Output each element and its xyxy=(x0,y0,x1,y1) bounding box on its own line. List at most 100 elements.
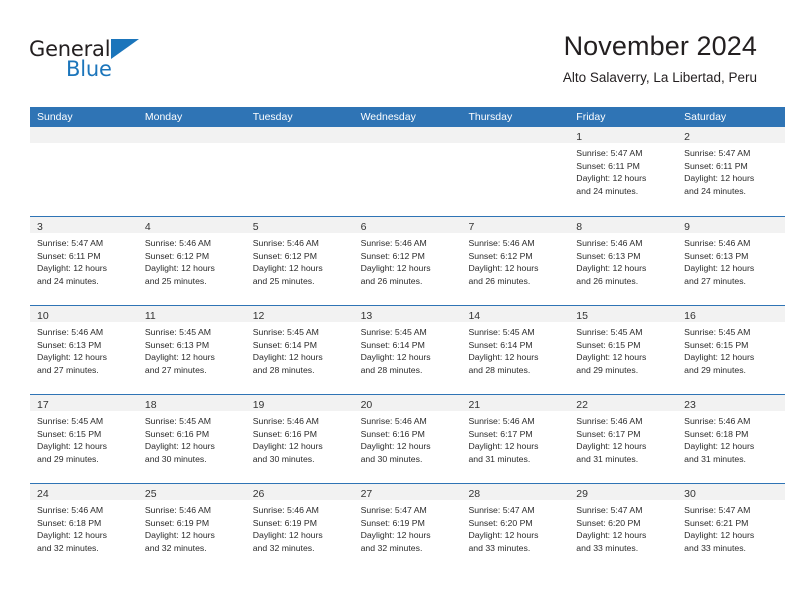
calendar-day-cell[interactable]: 3 Sunrise: 5:47 AM Sunset: 6:11 PM Daylight… xyxy=(30,217,138,305)
calendar-weeks: 1 Sunrise: 5:47 AM Sunset: 6:11 PM Daylight… xyxy=(30,127,786,572)
day-details: Sunrise: 5:46 AM Sunset: 6:13 PM Daylight:… xyxy=(30,322,138,376)
day-number: 4 xyxy=(144,221,151,233)
day-detail-line: Sunrise: 5:45 AM xyxy=(576,327,643,337)
day-detail-line: Sunrise: 5:46 AM xyxy=(684,416,751,426)
calendar-day-cell[interactable]: 2 Sunrise: 5:47 AM Sunset: 6:11 PM Daylight… xyxy=(677,127,786,216)
calendar-day-cell[interactable]: 30 Sunrise: 5:47 AM Sunset: 6:21 PM Dayligh… xyxy=(677,484,786,572)
calendar-day-cell[interactable]: 29 Sunrise: 5:47 AM Sunset: 6:20 PM Dayligh… xyxy=(569,484,678,572)
calendar-day-cell[interactable]: 27 Sunrise: 5:47 AM Sunset: 6:19 PM Dayligh… xyxy=(353,484,462,572)
day-detail-line: Sunrise: 5:45 AM xyxy=(252,327,319,337)
day-details: Sunrise: 5:46 AM Sunset: 6:16 PM Daylight:… xyxy=(246,411,354,465)
day-number-band: 9 xyxy=(677,217,786,233)
day-detail-line: and 32 minutes. xyxy=(360,542,423,553)
calendar-day-cell[interactable]: 12 Sunrise: 5:45 AM Sunset: 6:14 PM Dayligh… xyxy=(245,306,354,394)
calendar-day-cell[interactable]: 25 Sunrise: 5:46 AM Sunset: 6:19 PM Dayligh… xyxy=(137,484,246,572)
day-detail-line: and 24 minutes. xyxy=(684,185,746,196)
day-detail-line: and 30 minutes. xyxy=(144,453,207,464)
day-number: 18 xyxy=(144,399,157,411)
day-details xyxy=(354,143,462,147)
calendar-day-cell[interactable]: 19 Sunrise: 5:46 AM Sunset: 6:16 PM Dayligh… xyxy=(245,395,354,483)
calendar-day-cell[interactable]: 14 Sunrise: 5:45 AM Sunset: 6:14 PM Dayligh… xyxy=(461,306,570,394)
day-number: 20 xyxy=(360,399,373,411)
day-detail-line: Sunset: 6:11 PM xyxy=(684,160,748,171)
day-detail-line: Sunset: 6:12 PM xyxy=(468,250,533,261)
day-details: Sunrise: 5:46 AM Sunset: 6:12 PM Daylight:… xyxy=(246,233,354,287)
day-detail-line: and 33 minutes. xyxy=(684,542,746,553)
day-detail-line: Sunrise: 5:47 AM xyxy=(468,505,535,515)
day-detail-line: Sunrise: 5:46 AM xyxy=(360,416,427,426)
calendar-day-cell[interactable]: 9 Sunrise: 5:46 AM Sunset: 6:13 PM Daylight… xyxy=(677,217,786,305)
calendar-day-cell[interactable]: 5 Sunrise: 5:46 AM Sunset: 6:12 PM Daylight… xyxy=(245,217,354,305)
day-number: 11 xyxy=(144,310,156,322)
day-detail-line: and 30 minutes. xyxy=(252,453,315,464)
day-detail-line: Sunset: 6:19 PM xyxy=(360,517,425,528)
day-number: 19 xyxy=(252,399,265,411)
day-detail-line: Daylight: 12 hours xyxy=(360,263,431,274)
calendar-day-cell[interactable]: 26 Sunrise: 5:46 AM Sunset: 6:19 PM Dayligh… xyxy=(245,484,354,572)
day-detail-line: Daylight: 12 hours xyxy=(360,530,431,541)
day-detail-line: and 26 minutes. xyxy=(576,275,639,286)
calendar-day-cell[interactable]: 18 Sunrise: 5:45 AM Sunset: 6:16 PM Dayligh… xyxy=(137,395,246,483)
day-detail-line: Daylight: 12 hours xyxy=(252,263,323,274)
day-detail-line: Daylight: 12 hours xyxy=(252,441,323,452)
day-detail-line: Daylight: 12 hours xyxy=(684,441,755,452)
day-details: Sunrise: 5:47 AM Sunset: 6:21 PM Daylight:… xyxy=(677,500,785,554)
calendar-day-cell[interactable]: 24 Sunrise: 5:46 AM Sunset: 6:18 PM Dayligh… xyxy=(30,484,138,572)
day-detail-line: Sunrise: 5:46 AM xyxy=(468,416,535,426)
day-detail-line: and 26 minutes. xyxy=(468,275,531,286)
day-number-band: 30 xyxy=(677,484,786,500)
day-detail-line: Sunrise: 5:46 AM xyxy=(37,327,104,337)
calendar-week-row: 17 Sunrise: 5:45 AM Sunset: 6:15 PM Dayligh… xyxy=(30,394,786,483)
day-number: 21 xyxy=(468,399,481,411)
day-details: Sunrise: 5:47 AM Sunset: 6:20 PM Daylight:… xyxy=(569,500,677,554)
calendar-day-cell-empty xyxy=(245,127,354,216)
day-detail-line: and 31 minutes. xyxy=(684,453,746,464)
day-number-band: 5 xyxy=(245,217,354,233)
calendar-day-cell[interactable]: 13 Sunrise: 5:45 AM Sunset: 6:14 PM Dayligh… xyxy=(353,306,462,394)
calendar-day-cell[interactable]: 7 Sunrise: 5:46 AM Sunset: 6:12 PM Daylight… xyxy=(461,217,570,305)
day-number-band: 27 xyxy=(353,484,462,500)
day-detail-line: Sunrise: 5:45 AM xyxy=(144,327,212,337)
day-number-band: 17 xyxy=(30,395,138,411)
day-number: 25 xyxy=(144,488,157,500)
calendar-day-cell[interactable]: 1 Sunrise: 5:47 AM Sunset: 6:11 PM Daylight… xyxy=(569,127,678,216)
day-detail-line: Sunset: 6:11 PM xyxy=(576,160,640,171)
calendar-day-cell[interactable]: 8 Sunrise: 5:46 AM Sunset: 6:13 PM Daylight… xyxy=(569,217,678,305)
general-blue-logo[interactable]: General Blue xyxy=(29,36,169,84)
calendar-day-cell[interactable]: 17 Sunrise: 5:45 AM Sunset: 6:15 PM Dayligh… xyxy=(30,395,138,483)
day-detail-line: Sunrise: 5:47 AM xyxy=(576,148,643,158)
calendar-day-cell[interactable]: 4 Sunrise: 5:46 AM Sunset: 6:12 PM Daylight… xyxy=(137,217,246,305)
calendar-day-cell[interactable]: 22 Sunrise: 5:46 AM Sunset: 6:17 PM Dayligh… xyxy=(569,395,678,483)
day-detail-line: Daylight: 12 hours xyxy=(37,530,108,541)
day-details: Sunrise: 5:46 AM Sunset: 6:16 PM Daylight:… xyxy=(354,411,462,465)
day-detail-line: Sunset: 6:17 PM xyxy=(468,428,533,439)
calendar-day-cell[interactable]: 20 Sunrise: 5:46 AM Sunset: 6:16 PM Dayligh… xyxy=(353,395,462,483)
day-detail-line: Sunset: 6:18 PM xyxy=(684,428,749,439)
calendar-day-cell[interactable]: 15 Sunrise: 5:45 AM Sunset: 6:15 PM Dayligh… xyxy=(569,306,678,394)
day-number: 13 xyxy=(360,310,373,322)
calendar-day-cell[interactable]: 21 Sunrise: 5:46 AM Sunset: 6:17 PM Dayligh… xyxy=(461,395,570,483)
day-number-band: 19 xyxy=(245,395,354,411)
day-number: 14 xyxy=(468,310,481,322)
page-subtitle: Alto Salaverry, La Libertad, Peru xyxy=(562,70,757,85)
calendar-day-cell-empty xyxy=(461,127,570,216)
day-detail-line: Daylight: 12 hours xyxy=(468,441,539,452)
calendar-day-cell[interactable]: 6 Sunrise: 5:46 AM Sunset: 6:12 PM Daylight… xyxy=(353,217,462,305)
calendar-day-cell[interactable]: 10 Sunrise: 5:46 AM Sunset: 6:13 PM Dayligh… xyxy=(30,306,138,394)
title-block: November 2024 Alto Salaverry, La Liberta… xyxy=(563,30,757,88)
day-detail-line: Daylight: 12 hours xyxy=(144,352,215,363)
day-detail-line: Daylight: 12 hours xyxy=(684,530,755,541)
day-details: Sunrise: 5:47 AM Sunset: 6:19 PM Daylight:… xyxy=(354,500,462,554)
calendar-day-cell[interactable]: 11 Sunrise: 5:45 AM Sunset: 6:13 PM Dayligh… xyxy=(137,306,246,394)
day-detail-line: Daylight: 12 hours xyxy=(576,352,647,363)
day-detail-line: and 24 minutes. xyxy=(576,185,639,196)
day-number: 3 xyxy=(37,221,43,233)
calendar-day-cell[interactable]: 28 Sunrise: 5:47 AM Sunset: 6:20 PM Dayligh… xyxy=(461,484,570,572)
calendar-day-cell[interactable]: 23 Sunrise: 5:46 AM Sunset: 6:18 PM Dayligh… xyxy=(677,395,786,483)
calendar-day-cell[interactable]: 16 Sunrise: 5:45 AM Sunset: 6:15 PM Dayligh… xyxy=(677,306,786,394)
day-detail-line: Sunrise: 5:47 AM xyxy=(360,505,427,515)
day-detail-line: Daylight: 12 hours xyxy=(360,441,431,452)
day-detail-line: Sunset: 6:11 PM xyxy=(37,250,101,261)
day-number-band xyxy=(353,127,462,143)
day-detail-line: Sunrise: 5:47 AM xyxy=(684,505,751,515)
